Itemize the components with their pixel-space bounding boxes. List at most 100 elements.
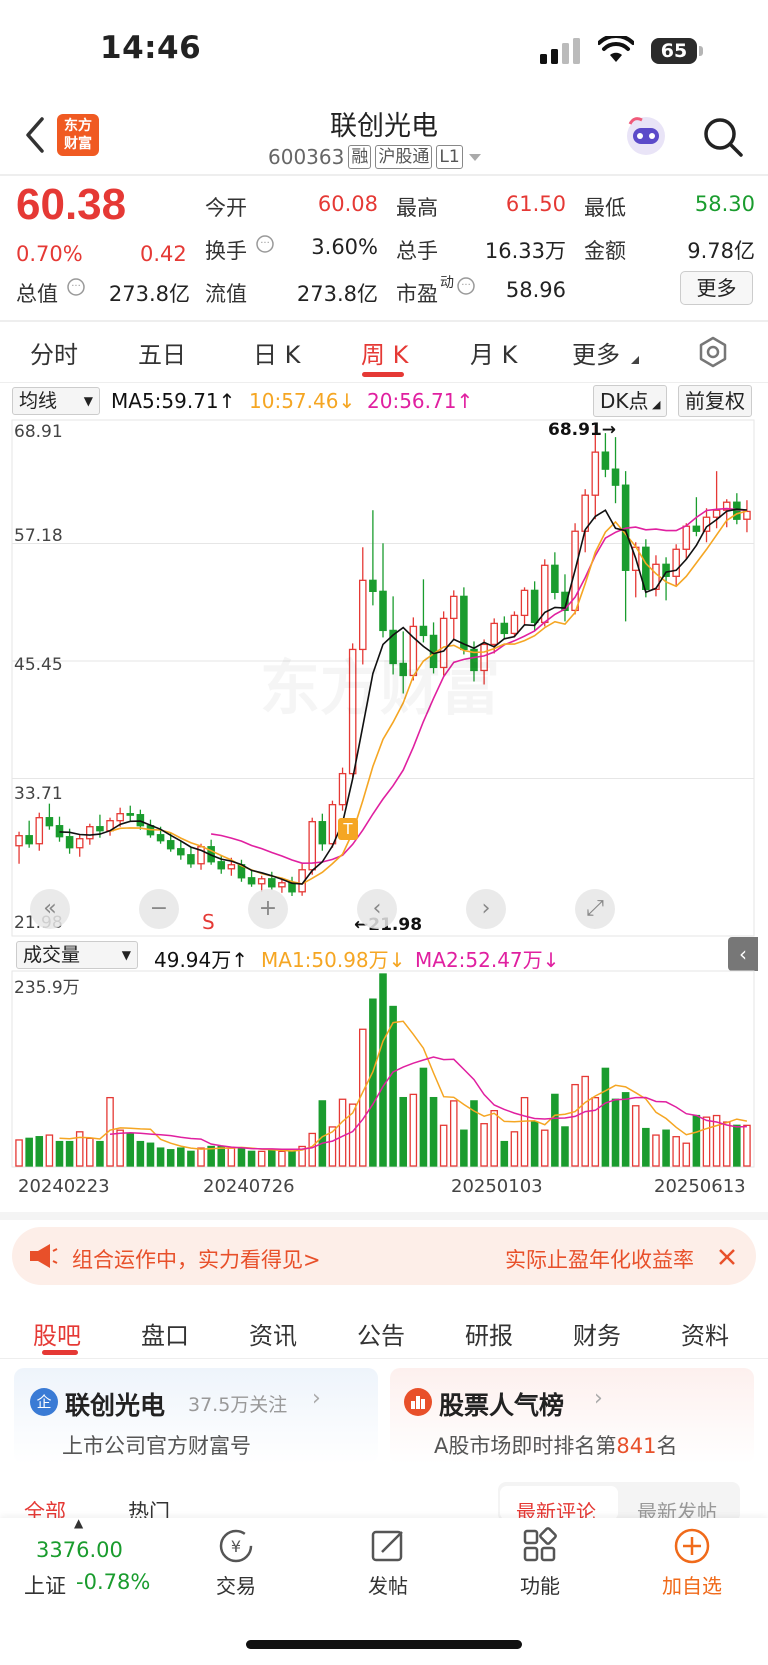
vol-ma2-legend: MA2:52.47万↓ — [415, 948, 560, 972]
pe-superscript: 动 — [440, 275, 454, 291]
mcap-value: 273.8亿 — [108, 282, 190, 306]
candle-down — [45, 817, 54, 827]
index-name[interactable]: 上证 — [24, 1570, 66, 1600]
divider — [0, 1358, 768, 1359]
svg-text:¥: ¥ — [231, 1537, 241, 1556]
banner-text-left[interactable]: 组合运作中，实力看得见> — [72, 1244, 321, 1274]
indicator-selector[interactable]: 均线 ▼ — [12, 387, 100, 415]
add-watchlist-label[interactable]: 加自选 — [652, 1570, 732, 1599]
post-label[interactable]: 发帖 — [348, 1570, 428, 1599]
volume-bar-up — [510, 1131, 519, 1167]
company-card-name[interactable]: 联创光电 — [65, 1386, 165, 1422]
collapse-panel-icon[interactable]: ‹ — [728, 937, 758, 971]
volume-bar-down — [611, 1098, 620, 1167]
home-indicator — [246, 1640, 522, 1649]
adjust-button[interactable]: 前复权 — [678, 385, 752, 417]
caret-icon — [631, 356, 639, 364]
close-icon[interactable] — [716, 1246, 738, 1268]
volume-bar-down — [369, 998, 377, 1167]
robot-assistant-icon[interactable] — [624, 114, 668, 158]
tab-intraday[interactable]: 分时 — [30, 335, 78, 370]
volume-bar-up — [308, 1132, 317, 1167]
tab-daily-k[interactable]: 日 K — [253, 335, 300, 370]
candle-down — [611, 468, 620, 486]
wifi-icon — [598, 36, 634, 62]
volume-bar-up — [722, 1121, 731, 1167]
active-tab-underline — [362, 372, 404, 377]
volume-bar-down — [733, 1124, 741, 1167]
scroll-left-fast-button[interactable]: « — [30, 889, 70, 929]
svg-text:···: ··· — [260, 238, 270, 249]
more-quote-button[interactable]: 更多 — [680, 271, 753, 305]
volume-bar-down — [237, 1147, 246, 1167]
candle-down — [530, 589, 539, 624]
tab-pankou[interactable]: 盘口 — [141, 1316, 189, 1351]
float-label: 流值 — [205, 282, 247, 306]
volume-bar-up — [45, 1134, 54, 1167]
info-icon[interactable]: ··· — [255, 234, 275, 254]
settings-icon[interactable] — [697, 336, 729, 368]
banner-text-right[interactable]: 实际止盈年化收益率 — [505, 1244, 705, 1274]
scroll-left-button[interactable]: ‹ — [357, 889, 397, 929]
chevron-right-icon[interactable]: › — [594, 1386, 603, 1411]
zoom-out-button[interactable]: − — [139, 889, 179, 929]
add-watchlist-icon[interactable] — [672, 1526, 712, 1566]
volume-bar-down — [389, 1005, 397, 1167]
volume-bar-down — [642, 1127, 650, 1167]
chevron-right-icon[interactable]: › — [312, 1386, 321, 1411]
price-tick: 33.71 — [14, 784, 63, 804]
tab-announcements[interactable]: 公告 — [357, 1316, 405, 1351]
candle-down — [25, 835, 33, 845]
function-label[interactable]: 功能 — [500, 1570, 580, 1599]
tab-news[interactable]: 资讯 — [249, 1316, 297, 1351]
volume-bar-down — [25, 1137, 33, 1167]
info-icon[interactable]: ··· — [66, 277, 86, 297]
search-icon[interactable] — [702, 116, 744, 158]
volume-selector[interactable]: 成交量 ▼ — [16, 941, 138, 969]
scroll-right-button[interactable]: › — [466, 889, 506, 929]
tab-profile[interactable]: 资料 — [681, 1316, 729, 1351]
tab-research[interactable]: 研报 — [465, 1316, 513, 1351]
fullscreen-icon[interactable]: ⤢ — [575, 889, 615, 929]
volume-bar-down — [288, 1150, 296, 1167]
volume-chart[interactable] — [0, 970, 768, 1172]
dk-point-button[interactable]: DK点 ◢ — [593, 385, 668, 417]
company-follow-count: 37.5万关注 — [188, 1394, 288, 1416]
tab-monthly-k[interactable]: 月 K — [470, 335, 517, 370]
volume-bar-up — [682, 1142, 691, 1167]
index-change[interactable]: -0.78% — [76, 1570, 150, 1594]
t-marker[interactable]: T — [338, 818, 358, 840]
volume-bar-down — [217, 1145, 226, 1167]
volume-tick-max: 235.9万 — [14, 978, 80, 998]
candle-down — [692, 525, 701, 532]
volume-selector-label: 成交量 — [23, 944, 81, 966]
trade-label[interactable]: 交易 — [196, 1570, 276, 1599]
function-grid-icon[interactable] — [520, 1526, 560, 1566]
candle-up — [712, 509, 721, 518]
s-marker[interactable]: S — [202, 910, 215, 934]
tab-finance[interactable]: 财务 — [573, 1316, 621, 1351]
pe-label: 市盈 — [396, 282, 438, 306]
status-time: 14:46 — [100, 30, 202, 66]
tab-more[interactable]: 更多 — [572, 335, 620, 370]
candle-down — [217, 861, 226, 870]
volume-bar-down — [146, 1142, 155, 1167]
candle-up — [75, 838, 84, 849]
signal-icon — [540, 38, 580, 64]
volume-bar-down — [177, 1147, 185, 1167]
tab-five-day[interactable]: 五日 — [138, 335, 186, 370]
trade-icon[interactable]: ¥ — [216, 1526, 256, 1566]
caret-down-icon[interactable] — [467, 151, 483, 163]
candle-up — [449, 595, 458, 620]
tab-weekly-k[interactable]: 周 K — [361, 335, 408, 370]
volume-bar-down — [692, 1114, 701, 1167]
volume-bar-up — [197, 1147, 205, 1167]
zoom-in-button[interactable]: + — [248, 889, 288, 929]
index-value[interactable]: 3376.00 — [36, 1538, 123, 1562]
post-icon[interactable] — [368, 1526, 408, 1566]
candle-down — [379, 590, 387, 632]
candle-up — [86, 826, 94, 840]
tab-guba[interactable]: 股吧 — [33, 1316, 81, 1351]
company-badge-icon: 企 — [30, 1388, 58, 1416]
popularity-card-name[interactable]: 股票人气榜 — [439, 1386, 564, 1422]
